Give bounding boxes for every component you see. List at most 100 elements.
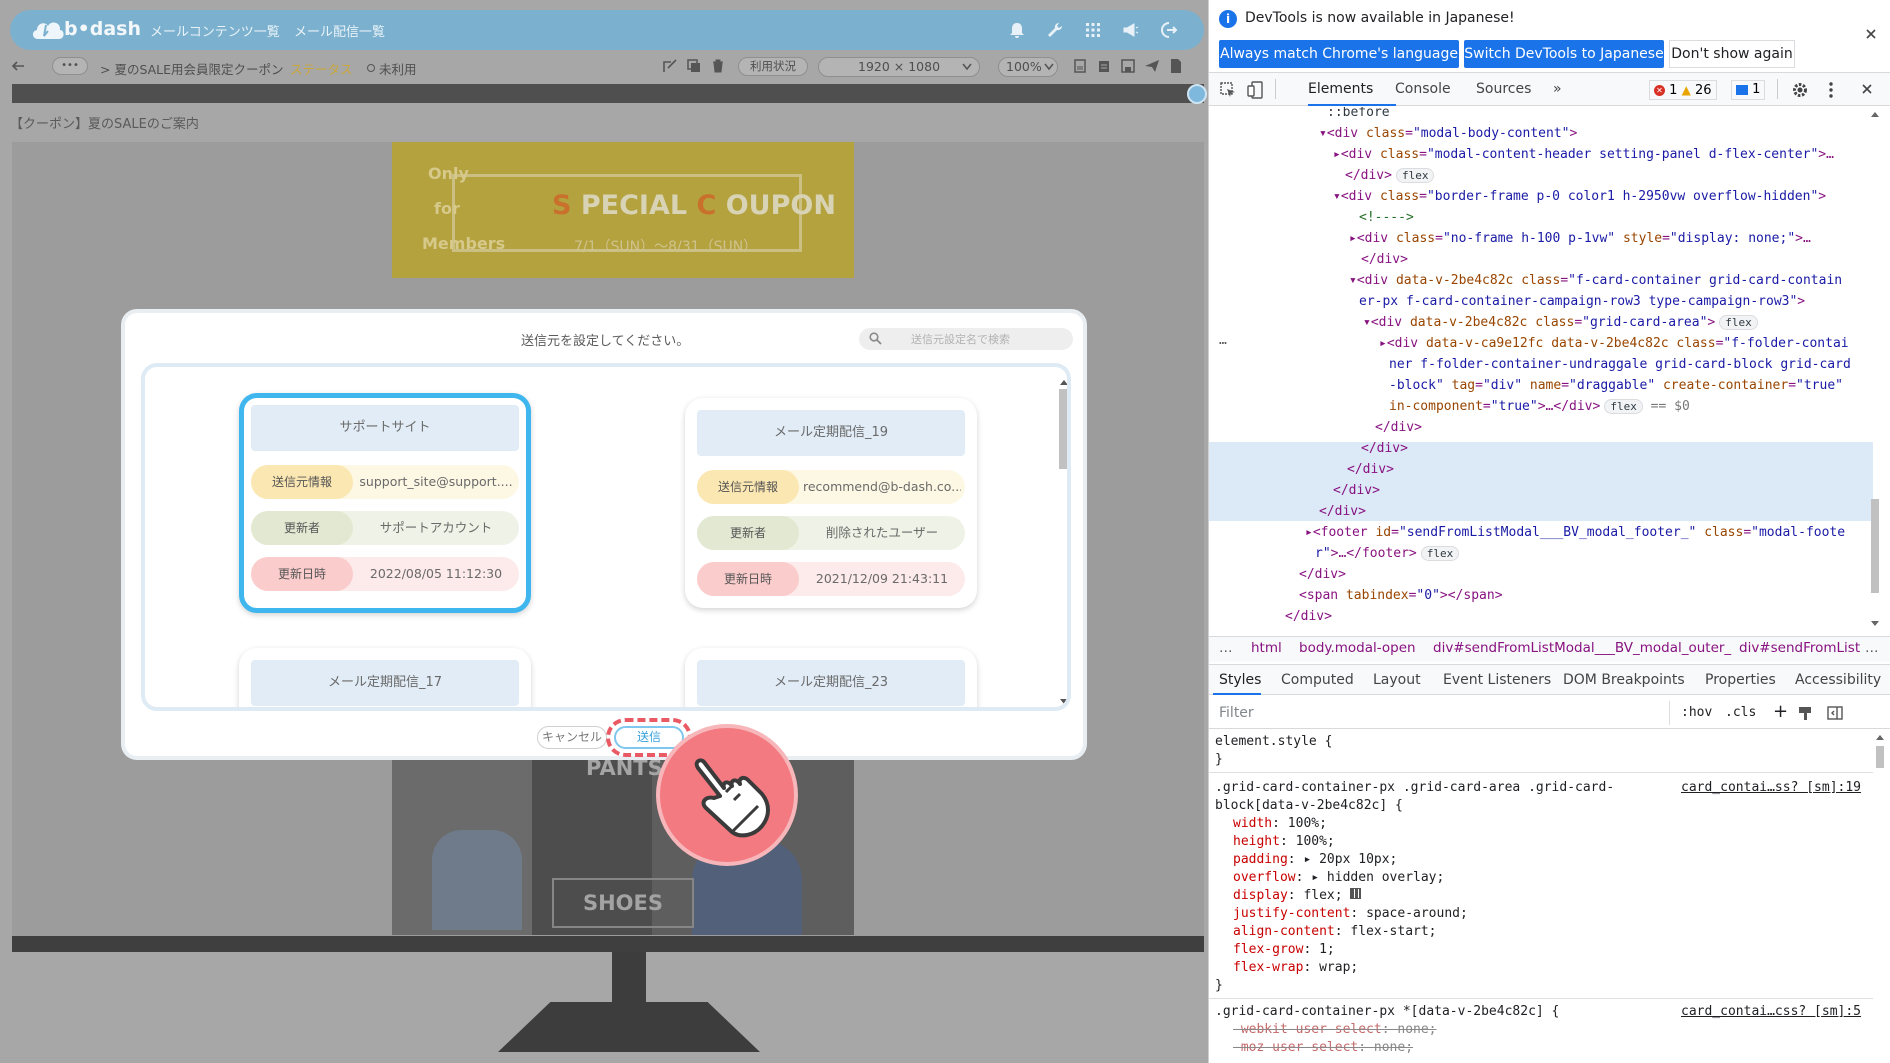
dom-line[interactable]: </div>	[1333, 483, 1380, 498]
dom-line[interactable]: ::before	[1327, 107, 1390, 120]
wrench-icon[interactable]	[1046, 21, 1064, 39]
document-icon[interactable]	[1072, 58, 1088, 74]
hover-state-toggle[interactable]: :hov	[1681, 705, 1712, 720]
list-scrollbar-thumb[interactable]	[1059, 389, 1067, 469]
rule-selector[interactable]: block[data-v-2be4c82c] {	[1215, 798, 1403, 813]
sender-search-input[interactable]: 送信元設定名で検索	[859, 328, 1073, 350]
clipboard-icon[interactable]	[1096, 58, 1112, 74]
tab-elements[interactable]: Elements	[1308, 81, 1373, 97]
grid-icon[interactable]	[1084, 21, 1102, 39]
style-property[interactable]: display: flex;	[1233, 888, 1362, 903]
style-property[interactable]: width: 100%;	[1233, 816, 1327, 831]
breadcrumb-more[interactable]: …	[1865, 640, 1879, 656]
nav-mail-delivery[interactable]: メール配信一覧	[294, 21, 385, 40]
sidebar-toggle-icon[interactable]	[1827, 705, 1843, 721]
tab-properties[interactable]: Properties	[1705, 672, 1776, 688]
new-style-rule-button[interactable]: +	[1773, 701, 1788, 722]
dom-line[interactable]: ▸<div class="modal-content-header settin…	[1333, 147, 1834, 162]
class-toggle[interactable]: .cls	[1725, 705, 1756, 720]
rule-selector[interactable]: .grid-card-container-px *[data-v-2be4c82…	[1215, 1004, 1559, 1019]
back-arrow-icon[interactable]	[10, 58, 26, 74]
breadcrumb-send-from-list[interactable]: div#sendFromList	[1739, 640, 1860, 656]
dom-line-selected[interactable]: ▸<div data-v-ca9e12fc data-v-2be4c82c cl…	[1379, 336, 1849, 351]
dom-line[interactable]: ▸<div class="no-frame h-100 p-1vw" style…	[1349, 231, 1811, 246]
style-property[interactable]: overflow: ▸ hidden overlay;	[1233, 870, 1444, 885]
dom-tree-scrollbar[interactable]	[1865, 107, 1885, 635]
dom-line[interactable]: </div>	[1375, 420, 1422, 435]
more-tabs-button[interactable]: »	[1553, 81, 1562, 97]
tab-layout[interactable]: Layout	[1373, 672, 1421, 688]
dom-line[interactable]: </div>	[1347, 462, 1394, 477]
breadcrumb-ellipsis[interactable]: …	[1219, 640, 1233, 656]
save-icon[interactable]	[1120, 58, 1136, 74]
more-button[interactable]: •••	[52, 57, 88, 75]
gear-icon[interactable]	[1791, 81, 1809, 99]
device-toolbar-icon[interactable]	[1247, 81, 1265, 99]
breadcrumb-body[interactable]: body.modal-open	[1299, 640, 1416, 656]
tab-sources[interactable]: Sources	[1476, 81, 1531, 97]
dom-line[interactable]: </div>	[1285, 609, 1332, 624]
dom-tree[interactable]: … ::before ▾<div class="modal-body-conte…	[1209, 107, 1873, 635]
copy-icon[interactable]	[686, 58, 702, 74]
send-plane-icon[interactable]	[1144, 58, 1160, 74]
style-property[interactable]: flex-wrap: wrap;	[1233, 960, 1358, 975]
flex-badge[interactable]: flex	[1604, 399, 1643, 414]
resize-handle[interactable]	[1187, 84, 1207, 104]
style-property[interactable]: justify-content: space-around;	[1233, 906, 1468, 921]
dom-line[interactable]: r">…</footer> flex	[1315, 546, 1460, 561]
close-icon[interactable]	[1865, 28, 1877, 40]
style-property[interactable]: padding: ▸ 20px 10px;	[1233, 852, 1397, 867]
messages-counter[interactable]: 1	[1731, 80, 1765, 100]
sender-card[interactable]: メール定期配信_19 送信元情報 recommend@b-dash.co....…	[685, 398, 977, 608]
sender-card[interactable]: メール定期配信_17	[239, 648, 531, 707]
flexbox-editor-icon[interactable]	[1350, 888, 1362, 899]
style-property[interactable]: height: 100%;	[1233, 834, 1335, 849]
tab-styles[interactable]: Styles	[1219, 672, 1261, 688]
usage-button[interactable]: 利用状況	[738, 57, 808, 76]
rule-source-link[interactable]: card_contai…ss? [sm]:19	[1681, 780, 1861, 795]
style-property[interactable]: flex-grow: 1;	[1233, 942, 1335, 957]
close-devtools-icon[interactable]	[1861, 83, 1873, 95]
dont-show-again-button[interactable]: Don't show again	[1669, 40, 1795, 68]
dom-line[interactable]: <!---->	[1359, 210, 1414, 225]
dom-line[interactable]: ▸<footer id="sendFromListModal___BV_moda…	[1305, 525, 1845, 540]
kebab-menu-icon[interactable]	[1827, 81, 1835, 99]
always-match-language-button[interactable]: Always match Chrome's language	[1219, 40, 1459, 68]
dom-line-selected[interactable]: -block" tag="div" name="draggable" creat…	[1389, 378, 1843, 393]
cancel-button[interactable]: キャンセル	[537, 726, 607, 749]
dom-line[interactable]: </div>	[1361, 252, 1408, 267]
bell-icon[interactable]	[1008, 21, 1026, 39]
tab-computed[interactable]: Computed	[1281, 672, 1354, 688]
tab-console[interactable]: Console	[1395, 81, 1451, 97]
rule-source[interactable]: card_contai…css? [sm]:5	[1681, 1004, 1861, 1019]
switch-to-japanese-button[interactable]: Switch DevTools to Japanese	[1464, 40, 1664, 68]
trash-icon[interactable]	[710, 58, 726, 74]
sender-card[interactable]: メール定期配信_23	[685, 648, 977, 707]
dom-line[interactable]: ▾<div data-v-2be4c82c class="grid-card-a…	[1363, 315, 1758, 330]
edit-icon[interactable]	[662, 58, 678, 74]
dom-line-selected[interactable]: ner f-folder-container-undraggale grid-c…	[1389, 357, 1851, 372]
dom-line[interactable]: </div>	[1361, 441, 1408, 456]
rule-source[interactable]: card_contai…ss? [sm]:19	[1681, 780, 1861, 795]
logout-icon[interactable]	[1160, 21, 1178, 39]
megaphone-icon[interactable]	[1122, 21, 1140, 39]
tab-accessibility[interactable]: Accessibility	[1795, 672, 1881, 688]
sender-card-selected[interactable]: サポートサイト 送信元情報 support_site@support.... 更…	[239, 393, 531, 613]
flex-badge[interactable]: flex	[1420, 546, 1460, 561]
element-style-selector[interactable]: element.style {	[1215, 734, 1332, 749]
issues-counter[interactable]: ✕ 1 ▲ 26	[1649, 80, 1717, 100]
dom-line[interactable]: ▾<div class="border-frame p-0 color1 h-2…	[1333, 189, 1826, 204]
file-icon[interactable]	[1168, 58, 1184, 74]
dom-line[interactable]: ▾<div data-v-2be4c82c class="f-card-cont…	[1349, 273, 1842, 288]
dom-line[interactable]: ▾<div class="modal-body-content">	[1319, 126, 1577, 141]
style-property-overridden[interactable]: -moz-user-select: none;	[1233, 1040, 1413, 1055]
tab-dom-breakpoints[interactable]: DOM Breakpoints	[1563, 672, 1685, 688]
dom-line[interactable]: <span tabindex="0"></span>	[1299, 588, 1503, 603]
style-property[interactable]: align-content: flex-start;	[1233, 924, 1437, 939]
inspect-element-icon[interactable]	[1219, 81, 1237, 99]
dom-line[interactable]: </div>	[1319, 504, 1366, 519]
dom-line-selected[interactable]: in-component="true">…</div> flex == $0	[1389, 399, 1690, 414]
breadcrumb-modal-outer[interactable]: div#sendFromListModal___BV_modal_outer_	[1433, 640, 1731, 656]
breadcrumb-html[interactable]: html	[1251, 640, 1282, 656]
tab-event-listeners[interactable]: Event Listeners	[1443, 672, 1551, 688]
